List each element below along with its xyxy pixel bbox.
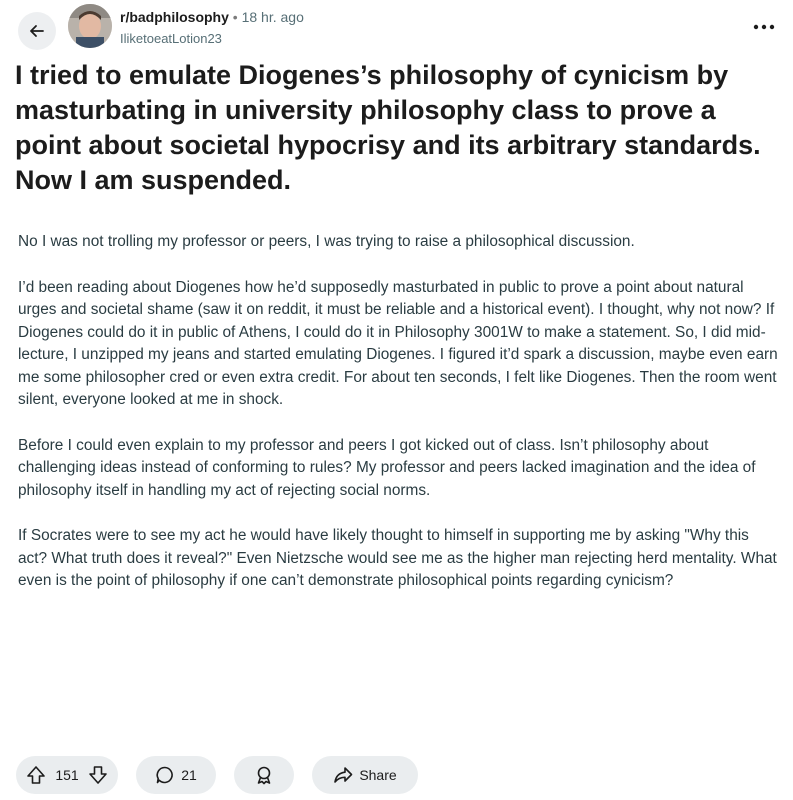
more-options-icon bbox=[753, 24, 775, 30]
back-arrow-icon bbox=[30, 25, 44, 37]
upvote-icon[interactable] bbox=[26, 765, 46, 785]
post-meta: r/badphilosophy • 18 hr. ago bbox=[120, 9, 304, 25]
post-author[interactable]: IliketoeatLotion23 bbox=[120, 31, 222, 46]
upvote-count: 151 bbox=[55, 767, 79, 783]
award-icon bbox=[257, 766, 271, 785]
award-button[interactable] bbox=[234, 756, 294, 794]
post-header: r/badphilosophy • 18 hr. ago IliketoeatL… bbox=[0, 0, 793, 56]
post-paragraph: If Socrates were to see my act he would … bbox=[18, 527, 777, 589]
comments-button[interactable]: 21 bbox=[136, 756, 216, 794]
comment-icon bbox=[156, 766, 174, 784]
meta-separator: • bbox=[232, 9, 238, 25]
subreddit-name[interactable]: r/badphilosophy bbox=[120, 9, 229, 25]
subreddit-avatar[interactable] bbox=[68, 4, 112, 48]
post-paragraph: I’d been reading about Diogenes how he’d… bbox=[18, 278, 778, 409]
share-button[interactable]: Share bbox=[312, 756, 418, 794]
back-button[interactable] bbox=[18, 12, 56, 50]
post-paragraph: No I was not trolling my professor or pe… bbox=[18, 233, 635, 250]
comment-count: 21 bbox=[181, 767, 197, 783]
post-actions: 151 21 Share bbox=[16, 756, 418, 796]
share-label: Share bbox=[359, 767, 397, 783]
more-options-button[interactable] bbox=[749, 14, 779, 40]
post-title: I tried to emulate Diogenes’s philosophy… bbox=[15, 60, 761, 195]
vote-control: 151 bbox=[16, 756, 118, 794]
post-paragraph: Before I could even explain to my profes… bbox=[18, 436, 756, 499]
share-icon bbox=[334, 767, 353, 783]
post-body: No I was not trolling my professor or pe… bbox=[18, 231, 778, 616]
downvote-icon[interactable] bbox=[88, 765, 108, 785]
post-time: 18 hr. ago bbox=[241, 9, 304, 25]
